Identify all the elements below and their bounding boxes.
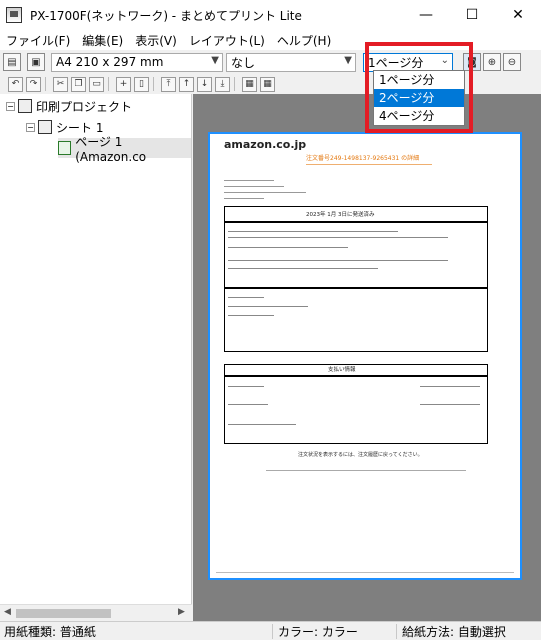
project-tree: − 印刷プロジェクト − シート 1 ページ 1 (Amazon.co ◀ ▶ xyxy=(0,94,192,621)
status-divider xyxy=(272,624,273,639)
text-line xyxy=(228,404,268,405)
text-line xyxy=(228,237,448,238)
text-line xyxy=(228,386,264,387)
text-line xyxy=(228,231,398,232)
text-line xyxy=(228,260,448,261)
minimize-button[interactable]: — xyxy=(403,0,449,30)
status-color: カラー: カラー xyxy=(278,624,358,639)
payment-header-box xyxy=(224,364,488,376)
move-down-icon[interactable]: ↓ xyxy=(197,76,212,92)
paper-size-select[interactable]: A4 210 x 297 mm ▼ xyxy=(51,52,223,72)
print-icon[interactable]: ▤ xyxy=(3,53,21,71)
mode-value: なし xyxy=(231,55,256,70)
text-line xyxy=(228,247,348,248)
printer-app-icon xyxy=(6,7,22,23)
tree-node-page[interactable]: ページ 1 (Amazon.co xyxy=(58,135,191,164)
status-feed: 給紙方法: 自動選択 xyxy=(402,624,506,639)
collapse-icon[interactable]: − xyxy=(26,122,35,132)
paste-icon[interactable]: ▭ xyxy=(89,76,104,92)
menu-file[interactable]: ファイル(F) xyxy=(0,32,76,49)
text-line xyxy=(228,268,378,269)
scrollbar-thumb[interactable] xyxy=(16,609,111,618)
text-line xyxy=(228,424,296,425)
redo-icon[interactable]: ↷ xyxy=(26,76,41,92)
page-icon xyxy=(58,141,72,155)
red-highlight-annotation xyxy=(365,42,473,133)
menu-help[interactable]: ヘルプ(H) xyxy=(271,32,337,49)
toolbar-separator xyxy=(153,77,154,91)
move-bottom-icon[interactable]: ⤓ xyxy=(215,76,230,92)
tree-project-label: 印刷プロジェクト xyxy=(36,99,133,114)
text-line xyxy=(228,297,264,298)
move-up-icon[interactable]: ↑ xyxy=(179,76,194,92)
close-button[interactable]: ✕ xyxy=(495,0,541,30)
maximize-button[interactable]: ☐ xyxy=(449,0,495,30)
text-line xyxy=(228,306,308,307)
amazon-logo: amazon.co.jp xyxy=(224,138,307,151)
text-line xyxy=(224,198,264,199)
print-preview: amazon.co.jp 注文番号249-1498137-9265431 の詳細… xyxy=(193,94,541,621)
tree-node-project[interactable]: − 印刷プロジェクト xyxy=(6,96,132,116)
layout-icon[interactable]: ▦ xyxy=(260,76,275,92)
preview-page[interactable]: amazon.co.jp 注文番号249-1498137-9265431 の詳細… xyxy=(208,132,522,580)
shipment-heading: 2023年 1月 3日に発送済み xyxy=(306,212,375,218)
text-line xyxy=(420,386,480,387)
tree-page-label: ページ 1 (Amazon.co xyxy=(75,134,147,164)
text-line xyxy=(420,404,480,405)
sheet-icon xyxy=(38,120,52,134)
text-line xyxy=(228,315,274,316)
paper-size-value: A4 210 x 297 mm xyxy=(56,55,164,69)
page-settings-icon[interactable]: ▦ xyxy=(242,76,257,92)
page-footer-line xyxy=(216,572,514,573)
scroll-left-icon[interactable]: ◀ xyxy=(4,607,11,617)
menu-view[interactable]: 表示(V) xyxy=(129,32,183,49)
collapse-icon[interactable]: − xyxy=(6,101,15,111)
horizontal-scrollbar[interactable]: ◀ ▶ xyxy=(0,604,192,621)
chevron-down-icon: ▼ xyxy=(211,54,219,66)
window-title: PX-1700F(ネットワーク) - まとめてプリント Lite xyxy=(30,8,302,23)
project-icon xyxy=(18,99,32,113)
delete-icon[interactable]: ▯ xyxy=(134,76,149,92)
toolbar-separator xyxy=(234,77,235,91)
text-line xyxy=(266,470,466,471)
menu-layout[interactable]: レイアウト(L) xyxy=(183,32,271,49)
order-title: 注文番号249-1498137-9265431 の詳細 xyxy=(306,155,420,162)
text-line xyxy=(224,186,284,187)
payment-heading: 支払い情報 xyxy=(328,367,356,373)
toolbar-separator xyxy=(45,77,46,91)
text-line xyxy=(224,192,306,193)
zoom-out-icon[interactable]: ⊖ xyxy=(503,53,521,71)
chevron-down-icon: ▼ xyxy=(344,54,352,66)
title-bar: PX-1700F(ネットワーク) - まとめてプリント Lite — ☐ ✕ xyxy=(0,0,541,30)
cut-icon[interactable]: ✂ xyxy=(53,76,68,92)
save-icon[interactable]: ▣ xyxy=(27,53,45,71)
footer-note: 注文状況を表示するには、注文履歴に戻ってください。 xyxy=(298,452,423,458)
undo-icon[interactable]: ↶ xyxy=(8,76,23,92)
mode-select[interactable]: なし ▼ xyxy=(226,52,356,72)
move-top-icon[interactable]: ⤒ xyxy=(161,76,176,92)
toolbar-separator xyxy=(108,77,109,91)
menu-edit[interactable]: 編集(E) xyxy=(76,32,129,49)
text-line xyxy=(224,180,274,181)
status-divider xyxy=(396,624,397,639)
order-subtitle-line xyxy=(306,164,432,165)
status-bar: 用紙種類: 普通紙 カラー: カラー 給紙方法: 自動選択 xyxy=(0,621,541,640)
zoom-in-icon[interactable]: ⊕ xyxy=(483,53,501,71)
copy-icon[interactable]: ❐ xyxy=(71,76,86,92)
new-sheet-icon[interactable]: + xyxy=(116,76,131,92)
scroll-right-icon[interactable]: ▶ xyxy=(178,607,185,617)
status-paper-type: 用紙種類: 普通紙 xyxy=(4,624,96,639)
